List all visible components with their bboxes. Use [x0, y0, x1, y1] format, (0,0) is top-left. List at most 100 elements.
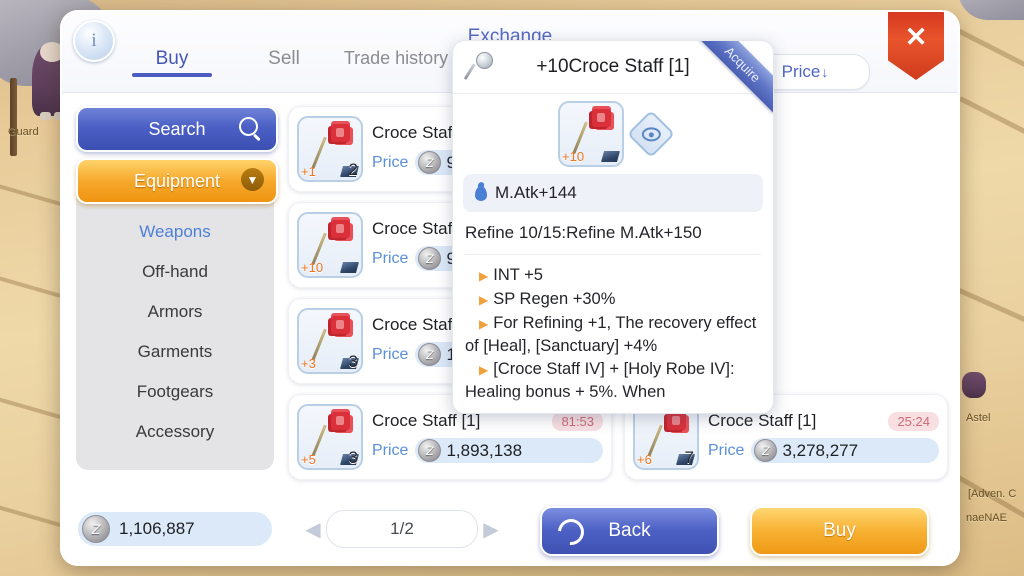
bullet-arrow-icon: ▶ — [479, 363, 489, 377]
staff-icon — [463, 51, 497, 83]
staff-icon — [311, 316, 351, 364]
zeny-coin-icon: Z — [418, 247, 442, 270]
item-thumbnail[interactable]: +1 2 — [297, 116, 363, 182]
price-label: Price — [708, 441, 745, 459]
back-button[interactable]: Back — [540, 506, 719, 556]
sort-label: Price — [781, 62, 821, 81]
world-label: Astel — [966, 412, 991, 424]
awning — [958, 0, 1024, 20]
currency-amount: 1,106,887 — [119, 519, 195, 538]
world-label: naeNAE — [966, 512, 1007, 524]
buy-button[interactable]: Buy — [750, 506, 929, 556]
currency-balance: Z 1,106,887 — [78, 512, 272, 546]
chevron-down-icon: ▼ — [241, 168, 264, 191]
undo-arrow-icon — [552, 513, 590, 551]
effect-entry: ▶ INT +5 — [465, 264, 761, 287]
item-quantity: 3 — [348, 448, 358, 467]
sidebar-item-label: Weapons — [139, 222, 211, 241]
npc-guard-foot-left — [40, 112, 51, 120]
item-quantity: 7 — [684, 448, 694, 467]
page-indicator-text: 1/2 — [390, 519, 414, 538]
search-button-label: Search — [148, 118, 206, 139]
item-thumbnail-large[interactable]: +10 — [558, 101, 624, 167]
close-icon: ✕ — [904, 22, 928, 52]
tooltip-effects: ▶ INT +5 ▶ SP Regen +30% ▶ For Refining +1,… — [465, 264, 761, 403]
tab-sell-label: Sell — [268, 48, 300, 69]
tab-trade-history[interactable]: Trade history — [340, 48, 452, 76]
item-detail-tooltip: +10Croce Staff [1] Acquire +10 M.Atk+144… — [452, 40, 774, 414]
item-name: Croce Staff [1] — [372, 411, 481, 430]
item-thumbnail[interactable]: +5 3 — [297, 404, 363, 470]
pagination: ◀ 1/2 ▶ — [300, 510, 504, 548]
item-name: Croce Staff [1] — [708, 411, 817, 430]
npc-astel — [962, 372, 986, 398]
effect-text: INT +5 — [493, 266, 543, 284]
item-quantity: 3 — [348, 352, 358, 371]
category-dropdown-equipment[interactable]: Equipment ▼ — [76, 158, 278, 204]
tab-bar: Buy Sell Trade history — [116, 48, 452, 77]
zeny-coin-icon: Z — [754, 439, 778, 462]
game-screen: Guard Astel [Adven. C naeNAE Exchange i … — [0, 0, 1024, 576]
staff-icon — [647, 412, 687, 460]
price-value: 1,893,138 — [446, 440, 523, 460]
sidebar-item-garments[interactable]: Garments — [76, 332, 274, 372]
tooltip-fade-overlay — [453, 395, 773, 413]
tab-trade-history-label: Trade history — [343, 48, 449, 68]
eye-icon[interactable] — [626, 109, 676, 159]
sidebar-item-armors[interactable]: Armors — [76, 292, 274, 332]
effect-text: For Refining +1, The recovery effect of … — [465, 314, 757, 355]
price-label: Price — [372, 441, 409, 459]
tab-sell[interactable]: Sell — [228, 48, 340, 77]
price-pill: Z 1,893,138 — [415, 438, 603, 463]
acquire-ribbon-label: Acquire — [697, 41, 773, 113]
info-button[interactable]: i — [73, 20, 115, 62]
bullet-arrow-icon: ▶ — [479, 269, 489, 283]
listing-timer: 25:24 — [888, 411, 939, 431]
info-icon: i — [91, 30, 97, 51]
exchange-window: Exchange i Buy Sell Trade history Price … — [60, 10, 960, 566]
bullet-arrow-icon: ▶ — [479, 317, 489, 331]
price-label: Price — [372, 345, 409, 363]
listing-timer: 81:53 — [552, 411, 603, 431]
search-icon — [239, 117, 258, 136]
sidebar-item-label: Garments — [137, 342, 213, 361]
chevron-right-icon[interactable]: ▶ — [478, 517, 504, 542]
sidebar-item-footgears[interactable]: Footgears — [76, 372, 274, 412]
ground-seam — [948, 24, 1024, 93]
tab-buy[interactable]: Buy — [116, 48, 228, 77]
ground-seam — [958, 96, 1024, 165]
refine-level: +5 — [301, 452, 316, 467]
price-value: 3,278,277 — [782, 440, 859, 460]
sidebar-item-off-hand[interactable]: Off-hand — [76, 252, 274, 292]
tooltip-main-stat-text: M.Atk+144 — [495, 183, 577, 202]
effect-text: SP Regen +30% — [493, 290, 616, 308]
category-list: Equipment ▼ Weapons Off-hand Armors Garm… — [76, 158, 278, 470]
staff-icon — [311, 124, 351, 172]
window-footer: Z 1,106,887 ◀ 1/2 ▶ Back Buy — [60, 494, 960, 566]
element-flame-icon — [475, 185, 487, 201]
sidebar-item-weapons[interactable]: Weapons — [76, 212, 274, 252]
refine-level: +3 — [301, 356, 316, 371]
item-thumbnail[interactable]: +10 — [297, 212, 363, 278]
price-pill: Z 3,278,277 — [751, 438, 939, 463]
tooltip-refine-line: Refine 10/15:Refine M.Atk+150 — [465, 223, 761, 255]
search-button[interactable]: Search — [76, 106, 278, 152]
tooltip-header: +10Croce Staff [1] Acquire — [453, 41, 773, 113]
price-label: Price — [372, 153, 409, 171]
tent-post — [10, 78, 17, 156]
world-label: Guard — [8, 126, 39, 138]
zeny-coin-icon: Z — [82, 515, 110, 543]
refine-level: +10 — [562, 149, 585, 164]
page-indicator[interactable]: 1/2 — [326, 510, 478, 548]
ground-seam — [948, 470, 1024, 535]
item-thumbnail[interactable]: +3 3 — [297, 308, 363, 374]
sidebar-item-label: Accessory — [135, 422, 215, 441]
acquire-ribbon[interactable]: Acquire — [697, 41, 773, 117]
sidebar-item-accessory[interactable]: Accessory — [76, 412, 274, 452]
sidebar-item-label: Off-hand — [142, 262, 208, 281]
buy-button-label: Buy — [823, 520, 856, 541]
item-quantity: 2 — [348, 160, 358, 179]
effect-entry: ▶ For Refining +1, The recovery effect of… — [465, 312, 761, 357]
sidebar-item-label: Armors — [147, 302, 203, 321]
chevron-left-icon[interactable]: ◀ — [300, 517, 326, 542]
